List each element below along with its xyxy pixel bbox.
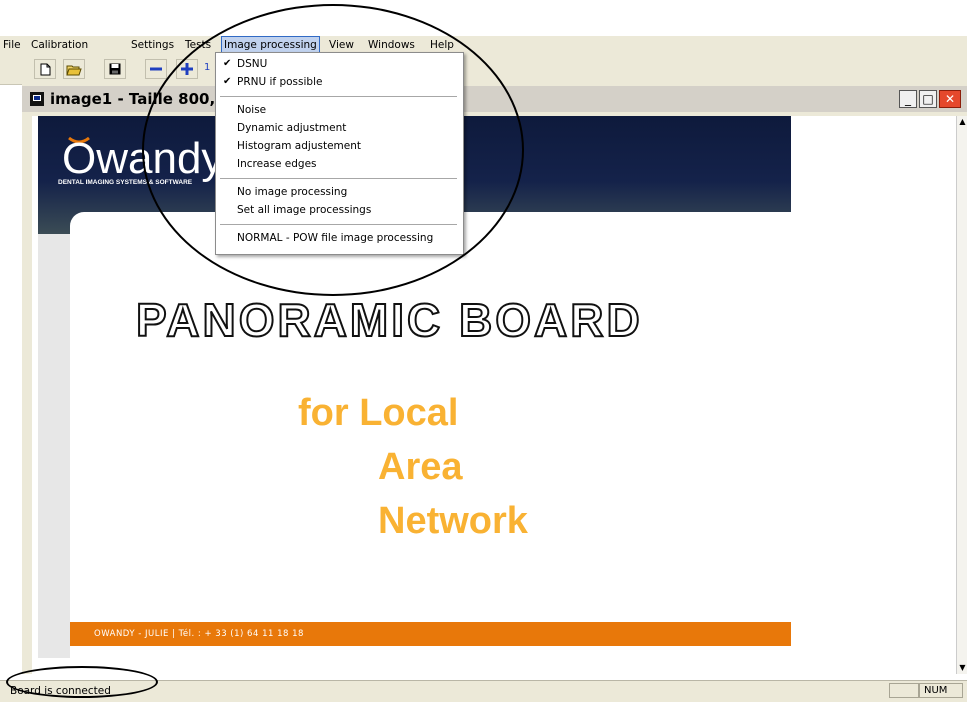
- new-file-icon: [40, 63, 50, 75]
- open-folder-icon: [66, 65, 82, 75]
- scroll-down-icon[interactable]: ▼: [957, 662, 967, 674]
- menu-bar: File Calibration Settings Tests Image pr…: [0, 36, 967, 54]
- menu-file[interactable]: File: [3, 38, 21, 52]
- minimize-icon: _: [905, 92, 911, 106]
- maximize-button[interactable]: □: [919, 90, 937, 108]
- slide-sub-line2: Area: [378, 446, 463, 488]
- close-button[interactable]: ✕: [939, 90, 961, 108]
- minimize-button[interactable]: _: [899, 90, 917, 108]
- slide-footer: OWANDY - JULIE | Tél. : + 33 (1) 64 11 1…: [70, 622, 791, 646]
- save-button[interactable]: [104, 59, 126, 79]
- zoom-out-button[interactable]: [145, 59, 167, 79]
- maximize-icon: □: [922, 92, 934, 106]
- slide-sub-line3: Network: [378, 500, 528, 542]
- close-icon: ✕: [944, 92, 956, 106]
- slide-left-strip: [38, 234, 70, 658]
- slide-sub-line1: for Local: [298, 392, 459, 434]
- status-panel-empty: [889, 683, 919, 698]
- save-icon: [109, 63, 121, 75]
- slide-heading: PANORAMIC BOARD: [135, 293, 643, 347]
- scroll-up-icon[interactable]: ▲: [957, 116, 967, 128]
- window-app-icon: [30, 92, 44, 106]
- open-button[interactable]: [63, 59, 85, 79]
- menu-calibration[interactable]: Calibration: [31, 38, 88, 52]
- highlight-ellipse-status: [6, 666, 158, 698]
- zoom-out-icon: [150, 67, 162, 71]
- slide-footer-text: OWANDY - JULIE | Tél. : + 33 (1) 64 11 1…: [94, 629, 304, 639]
- new-file-button[interactable]: [34, 59, 56, 79]
- status-num-indicator: NUM: [919, 683, 963, 698]
- menu-settings[interactable]: Settings: [131, 38, 174, 52]
- vertical-scrollbar[interactable]: ▲ ▼: [956, 116, 967, 674]
- highlight-ellipse-menu: [142, 4, 524, 296]
